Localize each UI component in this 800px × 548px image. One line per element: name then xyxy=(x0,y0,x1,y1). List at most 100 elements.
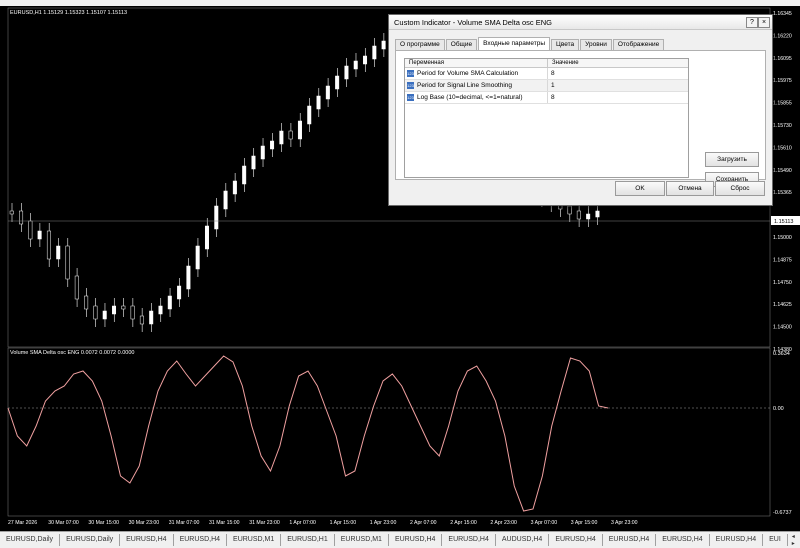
tab-scroll-arrows[interactable]: ◂ ▸ xyxy=(788,533,800,547)
time-tick-label: 31 Mar 07:00 xyxy=(169,520,200,526)
candle-body xyxy=(260,145,265,160)
candle-body xyxy=(279,130,284,145)
candle-body xyxy=(46,230,51,260)
tab-visualization[interactable]: Отображение xyxy=(612,39,665,50)
time-tick-label: 3 Apr 23:00 xyxy=(611,520,638,526)
time-tick-label: 30 Mar 07:00 xyxy=(48,520,79,526)
tab-inputs[interactable]: Входные параметры xyxy=(478,37,551,50)
osc-axis-bottom: -0.6737 xyxy=(773,510,792,516)
chart-tab[interactable]: EURUSD,H4 xyxy=(656,534,710,546)
candle-body xyxy=(316,95,321,110)
chart-tab[interactable]: EURUSD,H4 xyxy=(389,534,443,546)
candle-body xyxy=(74,275,79,300)
time-tick-label: 31 Mar 15:00 xyxy=(209,520,240,526)
tab-about[interactable]: О программе xyxy=(395,39,445,50)
candle-body xyxy=(158,305,163,315)
param-value[interactable]: 8 xyxy=(548,92,555,103)
candle-body xyxy=(353,60,358,70)
price-tick-label: 1.15490 xyxy=(773,168,792,174)
param-row[interactable]: 123 Log Base (10=decimal, <=1=natural) 8 xyxy=(405,92,688,104)
price-tick-label: 1.14875 xyxy=(773,257,792,263)
candle-body xyxy=(112,305,117,315)
custom-indicator-dialog[interactable]: Custom Indicator - Volume SMA Delta osc … xyxy=(388,14,773,206)
candle-body xyxy=(19,210,24,225)
candle-body xyxy=(214,205,219,230)
osc-axis-top: 0.3634 xyxy=(773,351,790,357)
time-tick-label: 30 Mar 15:00 xyxy=(88,520,119,526)
param-value[interactable]: 1 xyxy=(548,80,555,91)
price-tick-label: 1.15610 xyxy=(773,145,792,151)
param-name: Log Base (10=decimal, <=1=natural) xyxy=(417,94,523,101)
chart-tab[interactable]: EURUSD,H4 xyxy=(710,534,764,546)
time-tick-label: 2 Apr 07:00 xyxy=(410,520,437,526)
ok-button[interactable]: OK xyxy=(615,181,665,196)
time-tick-label: 2 Apr 15:00 xyxy=(450,520,477,526)
price-tick-label: 1.15975 xyxy=(773,78,792,84)
symbol-info: EURUSD,H1 1.15129 1.15323 1.15107 1.1511… xyxy=(10,10,128,16)
dialog-tabs: О программе Общие Входные параметры Цвет… xyxy=(395,37,665,50)
sub-pane-border xyxy=(7,347,771,517)
chart-tab[interactable]: EURUSD,M1 xyxy=(227,534,282,546)
load-button[interactable]: Загрузить xyxy=(705,152,759,167)
reset-button[interactable]: Сброс xyxy=(715,181,765,196)
help-button[interactable]: ? xyxy=(746,17,758,28)
chart-tab[interactable]: EURUSD,H1 xyxy=(281,534,335,546)
time-tick-label: 3 Apr 15:00 xyxy=(571,520,598,526)
price-tick-label: 1.14500 xyxy=(773,325,792,331)
chart-tab[interactable]: EURUSD,H4 xyxy=(174,534,228,546)
dialog-title: Custom Indicator - Volume SMA Delta osc … xyxy=(394,18,552,27)
candle-body xyxy=(65,245,70,280)
chart-tab[interactable]: EURUSD,Daily xyxy=(0,534,61,546)
price-tick-label: 1.16220 xyxy=(773,33,792,39)
candle-body xyxy=(9,210,14,215)
oscillator-line xyxy=(7,355,609,512)
candle-body xyxy=(186,265,191,290)
tab-common[interactable]: Общие xyxy=(445,39,478,50)
dialog-titlebar[interactable]: Custom Indicator - Volume SMA Delta osc … xyxy=(389,15,772,30)
osc-axis-zero: 0.00 xyxy=(773,406,784,412)
variable-icon: 123 xyxy=(407,70,414,77)
chart-tab[interactable]: EURUSD,H4 xyxy=(549,534,603,546)
chart-tab[interactable]: EURUSD,M1 xyxy=(335,534,389,546)
time-tick-label: 31 Mar 23:00 xyxy=(249,520,280,526)
candle-body xyxy=(102,310,107,320)
candle-body xyxy=(335,75,340,90)
price-tick-label: 1.15365 xyxy=(773,190,792,196)
chart-tab[interactable]: EURUSD,H4 xyxy=(120,534,174,546)
price-tick-label: 1.14625 xyxy=(773,302,792,308)
cancel-button[interactable]: Отмена xyxy=(666,181,714,196)
price-axis: 1.16345 1.16220 1.16095 1.15975 1.15855 1.157… xyxy=(773,11,792,353)
candle-body xyxy=(595,210,600,218)
variable-icon: 123 xyxy=(407,82,414,89)
tab-colors[interactable]: Цвета xyxy=(551,39,580,50)
param-row[interactable]: 123 Period for Signal Line Smoothing 1 xyxy=(405,80,688,92)
time-axis: 27 Mar 2026 30 Mar 07:00 30 Mar 15:00 30 Ma… xyxy=(8,520,638,526)
candle-body xyxy=(363,55,368,65)
chart-tab[interactable]: EURUSD,H4 xyxy=(603,534,657,546)
candle-body xyxy=(297,120,302,140)
time-tick-label: 1 Apr 23:00 xyxy=(370,520,397,526)
price-tick-label: 1.15000 xyxy=(773,235,792,241)
chart-tab[interactable]: EURUSD,H4 xyxy=(442,534,496,546)
param-row[interactable]: 123 Period for Volume SMA Calculation 8 xyxy=(405,68,688,80)
col-variable: Переменная xyxy=(405,59,548,67)
tab-levels[interactable]: Уровни xyxy=(580,39,612,50)
params-grid[interactable]: Переменная Значение 123 Period for Volume… xyxy=(404,58,689,178)
param-name: Period for Volume SMA Calculation xyxy=(417,70,519,77)
candle-body xyxy=(576,210,581,220)
candle-body xyxy=(251,155,256,170)
param-value[interactable]: 8 xyxy=(548,68,555,79)
col-value: Значение xyxy=(552,60,579,66)
inputs-panel: Переменная Значение 123 Period for Volume… xyxy=(395,50,766,187)
time-tick-label: 2 Apr 23:00 xyxy=(490,520,517,526)
chart-tab[interactable]: AUDUSD,H4 xyxy=(496,534,550,546)
chart-tab[interactable]: EURUSD,Daily xyxy=(60,534,121,546)
chart-tab[interactable]: EUI xyxy=(763,534,788,546)
candle-body xyxy=(372,45,377,60)
time-tick-label: 27 Mar 2026 xyxy=(8,520,37,526)
candle-body xyxy=(37,230,42,240)
candle-body xyxy=(195,245,200,270)
candle-body xyxy=(288,130,293,140)
close-button[interactable]: × xyxy=(758,17,770,28)
indicator-title: Volume SMA Delta osc ENG 0.0072 0.0072 0… xyxy=(10,350,135,356)
